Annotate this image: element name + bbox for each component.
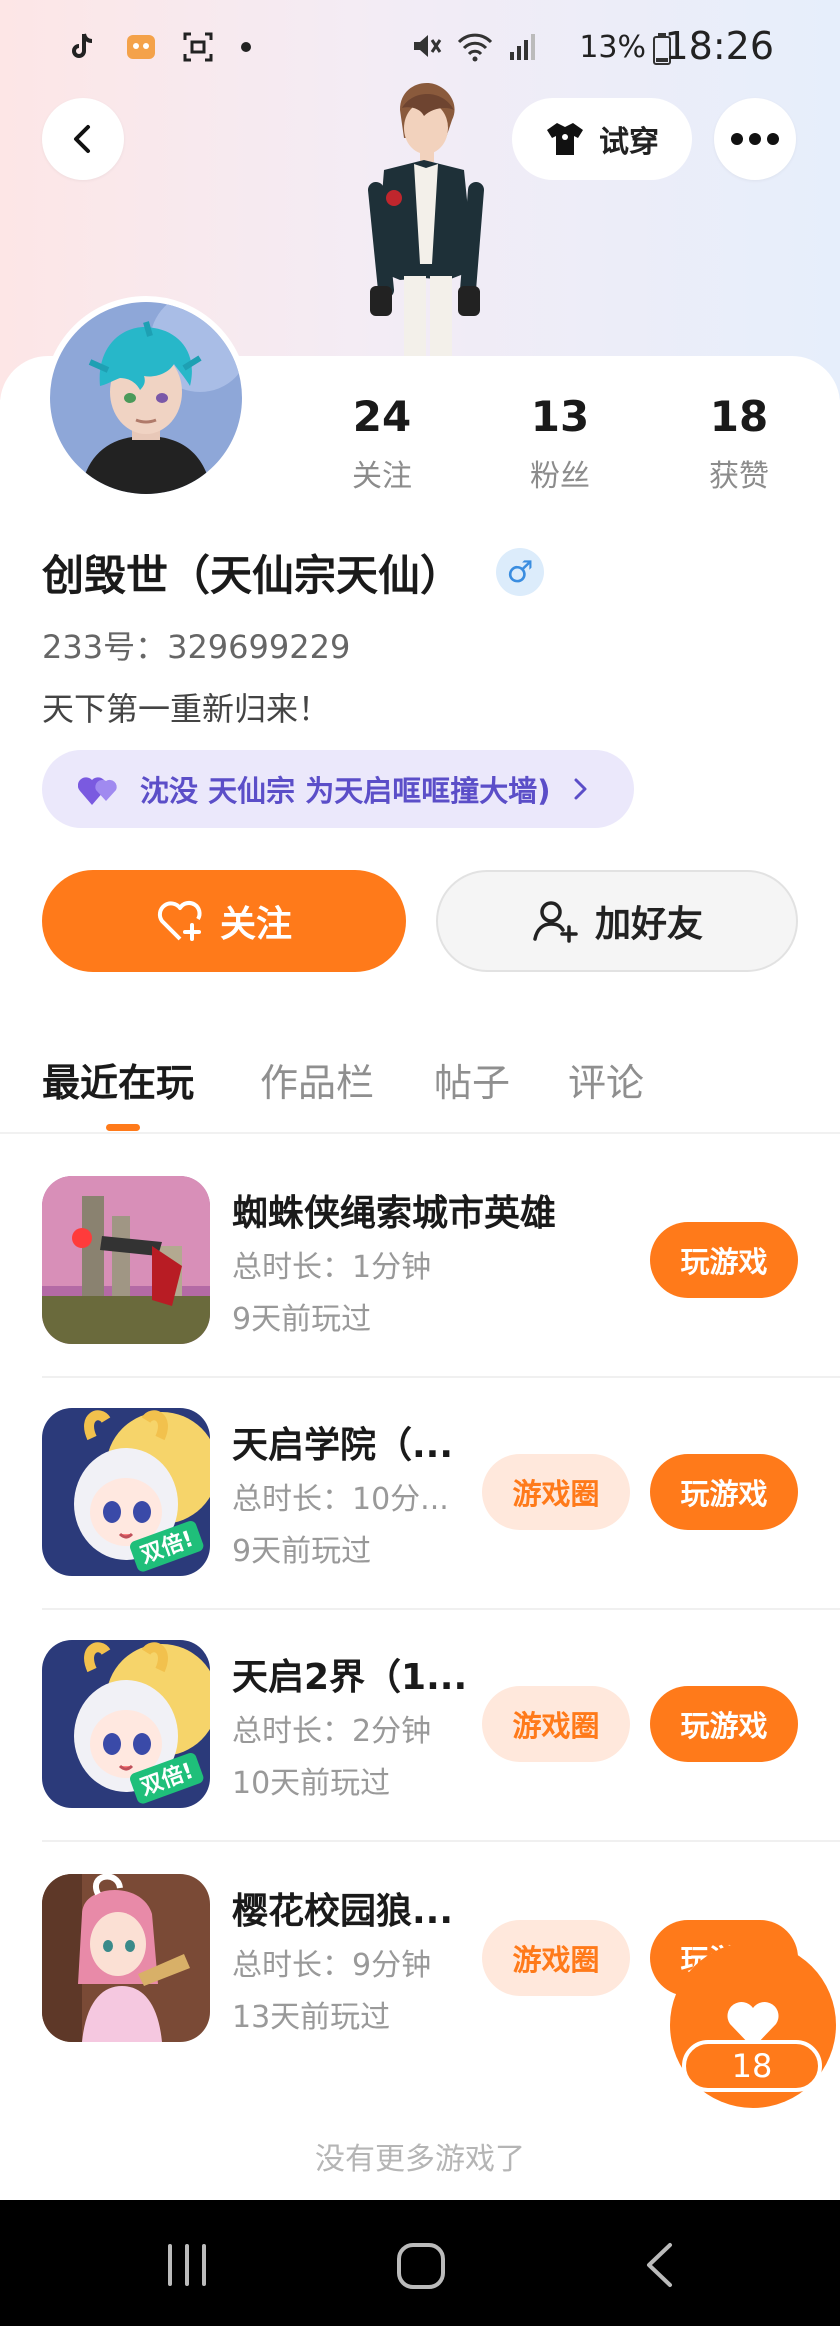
divider: [42, 1840, 840, 1842]
stat-followers[interactable]: 13 粉丝: [500, 392, 620, 495]
user-id: 233号：329699229: [42, 628, 351, 666]
play-game-button[interactable]: 玩游戏: [650, 1454, 798, 1530]
tab-posts[interactable]: 帖子: [434, 1052, 510, 1107]
like-count-badge: 18: [682, 2040, 822, 2092]
stat-likes[interactable]: 18 获赞: [679, 392, 799, 495]
game-icon-spider: [42, 1176, 210, 1344]
more-options-button[interactable]: [714, 98, 796, 180]
game-last-played: 9天前玩过: [232, 1302, 372, 1337]
male-icon: ♂: [496, 548, 544, 596]
avatar-image: [50, 302, 242, 494]
game-icon: [42, 1176, 210, 1344]
divider: [42, 1608, 840, 1610]
game-duration: 总时长：1分钟: [232, 1250, 432, 1285]
status-left-icons: [66, 28, 253, 64]
game-last-played: 9天前玩过: [232, 1534, 372, 1569]
divider: [42, 1376, 840, 1378]
add-user-icon: [533, 901, 578, 943]
heart-plus-icon: [157, 900, 202, 941]
guild-badge[interactable]: 沈没 天仙宗 为天启哐哐撞大墙): [42, 750, 634, 828]
game-row[interactable]: 双倍! 天启学院（... 总时长：10分... 9天前玩过 游戏圈 玩游戏: [42, 1408, 798, 1598]
character-figure: [368, 83, 484, 360]
stat-followers-label: 粉丝: [530, 459, 590, 494]
game-row[interactable]: 蜘蛛侠绳索城市英雄 总时长：1分钟 9天前玩过 玩游戏: [42, 1176, 798, 1366]
chevron-right-icon: [574, 778, 587, 800]
stat-followers-value: 13: [530, 392, 590, 441]
try-on-label: 试穿: [599, 125, 659, 160]
tshirt-icon: [547, 123, 583, 155]
tabs-divider: [0, 1132, 840, 1134]
mute-icon: [414, 35, 442, 57]
stat-following-value: 24: [352, 392, 412, 441]
game-title: 天启2界（1...: [232, 1657, 468, 1698]
stat-following[interactable]: 24 关注: [322, 392, 442, 495]
game-duration: 总时长：2分钟: [232, 1714, 432, 1749]
tiktok-icon: [72, 32, 93, 58]
system-navigation-bar: [0, 2200, 840, 2326]
back-button[interactable]: [42, 98, 124, 180]
game-icon: 双倍!: [42, 1640, 210, 1808]
add-friend-label: 加好友: [594, 904, 703, 945]
wifi-icon: [458, 33, 493, 62]
game-icon-anime-girl: 双倍!: [42, 1640, 210, 1808]
dot-icon: [240, 41, 251, 52]
heart-pair-icon: [78, 777, 117, 805]
stat-likes-label: 获赞: [709, 459, 769, 494]
guild-text: 沈没 天仙宗 为天启哐哐撞大墙): [140, 774, 551, 808]
profile-bio: 天下第一重新归来！: [42, 690, 331, 728]
battery-percent: 13%: [579, 30, 646, 65]
stat-following-label: 关注: [352, 459, 412, 494]
play-game-button[interactable]: 玩游戏: [650, 1686, 798, 1762]
game-last-played: 13天前玩过: [232, 2000, 391, 2035]
clock: 18:26: [664, 24, 774, 68]
game-duration: 总时长：10分...: [232, 1482, 449, 1517]
active-tab-indicator: [106, 1124, 140, 1131]
avatar[interactable]: [44, 296, 248, 500]
add-friend-button[interactable]: 加好友: [436, 870, 798, 972]
tab-works[interactable]: 作品栏: [260, 1052, 374, 1107]
screenshot-icon: [183, 32, 213, 61]
game-icon-anime-girl: 双倍!: [42, 1408, 210, 1576]
game-title: 天启学院（...: [232, 1425, 454, 1466]
game-circle-button[interactable]: 游戏圈: [482, 1686, 630, 1762]
signal-icon: [510, 34, 535, 60]
no-more-games-text: 没有更多游戏了: [315, 2142, 525, 2177]
game-last-played: 10天前玩过: [232, 1766, 391, 1801]
game-title: 樱花校园狼...: [232, 1891, 454, 1932]
game-icon: [42, 1874, 210, 2042]
game-title: 蜘蛛侠绳索城市英雄: [232, 1193, 557, 1234]
game-icon: 双倍!: [42, 1408, 210, 1576]
follow-label: 关注: [219, 904, 292, 945]
profile-name: 创毁世（天仙宗天仙）: [42, 551, 463, 600]
tab-comments[interactable]: 评论: [568, 1052, 644, 1107]
more-dots-icon: [731, 133, 779, 145]
back-nav-icon[interactable]: [644, 2242, 674, 2288]
status-right-icons: [410, 28, 538, 62]
app-icon: [126, 34, 155, 59]
stat-likes-value: 18: [709, 392, 769, 441]
follow-button[interactable]: 关注: [42, 870, 406, 972]
game-row[interactable]: 双倍! 天启2界（1... 总时长：2分钟 10天前玩过 游戏圈 玩游戏: [42, 1640, 798, 1830]
game-circle-button[interactable]: 游戏圈: [482, 1454, 630, 1530]
game-duration: 总时长：9分钟: [232, 1948, 432, 1983]
chevron-left-icon: [74, 125, 90, 153]
play-game-button[interactable]: 玩游戏: [650, 1222, 798, 1298]
tab-recent-playing[interactable]: 最近在玩: [42, 1052, 194, 1107]
home-icon[interactable]: [396, 2242, 446, 2290]
game-circle-button[interactable]: 游戏圈: [482, 1920, 630, 1996]
recent-apps-icon[interactable]: [164, 2244, 210, 2286]
try-on-button[interactable]: 试穿: [512, 98, 692, 180]
game-icon-sakura: [42, 1874, 210, 2042]
